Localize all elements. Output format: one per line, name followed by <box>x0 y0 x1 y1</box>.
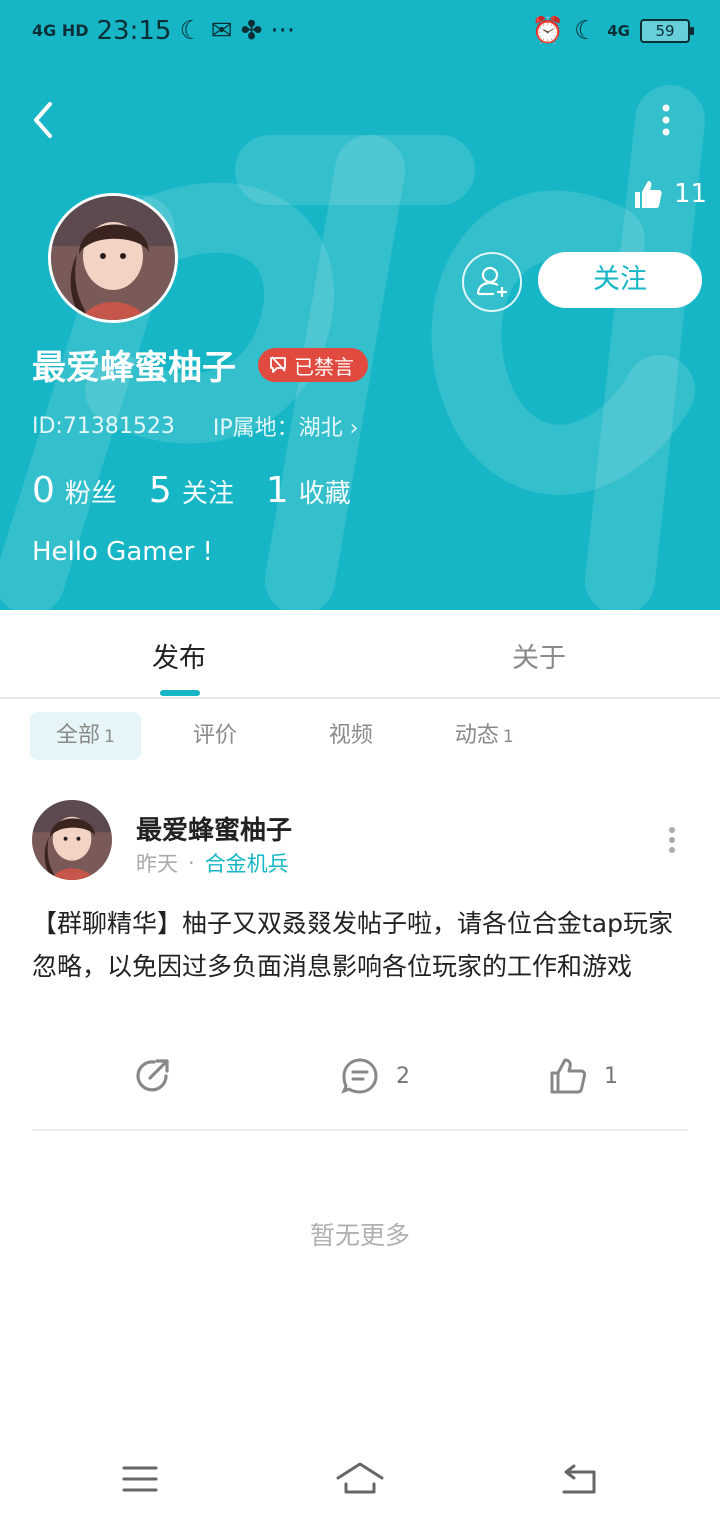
avatar[interactable] <box>48 193 178 323</box>
add-friend-button[interactable] <box>462 252 522 312</box>
post-meta: 昨天 · 合金机兵 <box>136 848 289 878</box>
alarm-icon: ⏰ <box>531 16 564 46</box>
share-button[interactable] <box>132 1056 172 1096</box>
more-vertical-icon[interactable] <box>656 102 676 138</box>
moon-icon: ☾ <box>179 16 203 46</box>
comment-icon <box>341 1058 378 1094</box>
stat-favorites-count: 1 <box>265 470 289 511</box>
post-divider <box>32 1129 688 1131</box>
home-icon[interactable] <box>336 1460 384 1496</box>
stat-following-count: 5 <box>148 470 172 511</box>
back-arrow-icon[interactable] <box>28 100 60 140</box>
menu-icon[interactable] <box>122 1464 158 1494</box>
profile-like-count: 11 <box>674 179 708 209</box>
post-more-icon[interactable] <box>660 826 684 854</box>
share-icon <box>136 1059 169 1092</box>
post-avatar[interactable] <box>32 800 112 880</box>
like-count: 1 <box>604 1063 618 1089</box>
system-nav-bar <box>0 1440 720 1520</box>
filter-all[interactable]: 全部 1 <box>30 712 141 760</box>
post-author[interactable]: 最爱蜂蜜柚子 <box>136 810 292 847</box>
post-time: 昨天 <box>136 852 178 876</box>
watermark-logo <box>0 85 705 610</box>
chevron-right-icon: › <box>349 416 359 441</box>
stat-following-label: 关注 <box>181 479 234 509</box>
ip-location[interactable]: IP属地：湖北 › <box>213 410 359 442</box>
battery-icon: 59 <box>640 19 694 43</box>
follow-button[interactable]: 关注 <box>538 252 702 308</box>
status-bar: 4G HD 23:15 ☾ ✉ ✤ ··· ⏰ ☾ 4G 59 <box>0 0 720 64</box>
like-icon <box>550 1058 587 1094</box>
like-button[interactable]: 1 <box>548 1056 618 1096</box>
profile-likes[interactable]: 11 <box>632 178 707 210</box>
back-icon[interactable] <box>560 1462 598 1496</box>
moon-icon: ☾ <box>573 16 598 46</box>
filter-videos[interactable]: 视频 <box>303 712 399 760</box>
network-4g-label: 4G <box>607 22 630 40</box>
meta-separator: · <box>188 851 195 875</box>
tab-indicator <box>160 690 200 696</box>
profile-header: 4G HD 23:15 ☾ ✉ ✤ ··· ⏰ ☾ 4G 59 11 关注 最爱… <box>0 0 720 610</box>
status-time: 23:15 <box>96 16 172 46</box>
mail-icon: ✉ <box>210 16 233 46</box>
network-label: 4G HD <box>32 21 89 40</box>
comment-button[interactable]: 2 <box>340 1056 410 1096</box>
fan-icon: ✤ <box>240 16 263 46</box>
filter-moments-count: 1 <box>502 727 514 747</box>
profile-bio: Hello Gamer ! <box>32 537 213 567</box>
stat-favorites[interactable]: 1 收藏 <box>266 470 351 511</box>
banned-badge: 已禁言 <box>258 348 368 382</box>
signal-icon: 4G HD <box>32 23 89 39</box>
stat-fans-count: 0 <box>32 470 55 511</box>
ip-location-text: IP属地：湖北 <box>212 416 343 441</box>
avatar-image <box>51 196 175 320</box>
stat-following[interactable]: 5 关注 <box>149 470 234 511</box>
thumbs-up-icon <box>635 181 662 208</box>
comment-count: 2 <box>396 1063 410 1089</box>
profile-tabs: 发布 关于 <box>0 610 720 699</box>
filter-reviews-label: 评价 <box>192 723 237 748</box>
add-user-icon <box>476 266 507 297</box>
more-dots-icon: ··· <box>270 16 296 46</box>
post-content[interactable]: 【群聊精华】柚子又双叒叕发帖子啦，请各位合金tap玩家忽略，以免因过多负面消息影… <box>32 902 682 988</box>
no-more-label: 暂无更多 <box>309 1221 410 1250</box>
battery-level: 59 <box>655 22 675 40</box>
stat-favorites-label: 收藏 <box>298 479 351 509</box>
filter-all-count: 1 <box>104 727 115 747</box>
filter-reviews[interactable]: 评价 <box>167 712 263 760</box>
profile-name: 最爱蜂蜜柚子 <box>32 348 236 388</box>
stat-fans-label: 粉丝 <box>64 479 117 509</box>
user-id: ID:71381523 <box>32 413 175 439</box>
stat-fans[interactable]: 0 粉丝 <box>32 470 117 511</box>
banned-label: 已禁言 <box>294 354 354 379</box>
filter-moments[interactable]: 动态 1 <box>429 712 540 760</box>
id-line: ID:71381523 IP属地：湖北 › <box>32 410 358 442</box>
filter-all-label: 全部 <box>56 723 101 748</box>
filter-moments-label: 动态 <box>454 723 499 748</box>
tab-about[interactable]: 关于 <box>512 636 566 675</box>
tab-posts[interactable]: 发布 <box>152 636 206 675</box>
filter-videos-label: 视频 <box>328 723 373 748</box>
post-avatar-image <box>32 800 112 880</box>
mute-icon <box>270 356 286 373</box>
profile-stats: 0 粉丝 5 关注 1 收藏 <box>32 470 351 511</box>
post-filters: 全部 1 评价 视频 动态 1 <box>30 712 540 760</box>
post-category[interactable]: 合金机兵 <box>205 848 289 878</box>
